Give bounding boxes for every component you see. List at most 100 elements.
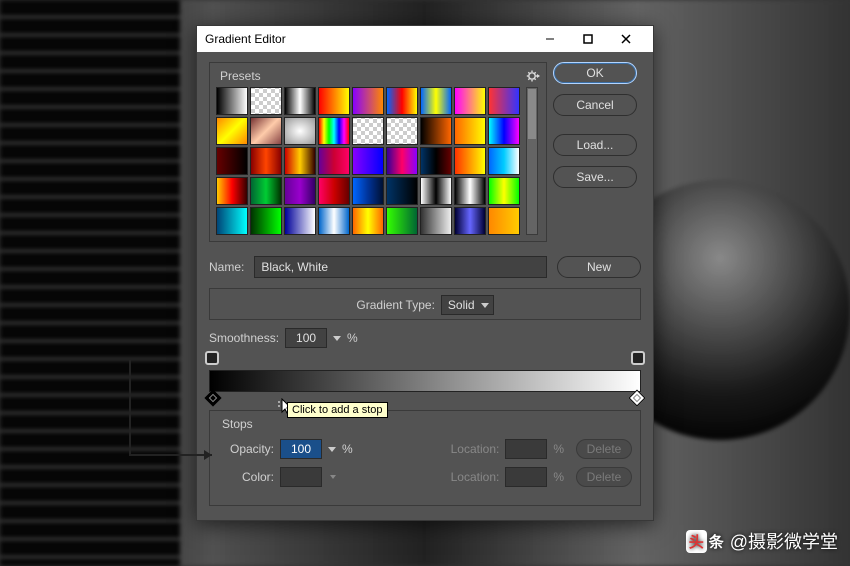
preset-swatch[interactable]	[318, 147, 350, 175]
new-button[interactable]: New	[557, 256, 641, 278]
preset-swatch[interactable]	[488, 87, 520, 115]
minimize-button[interactable]	[531, 26, 569, 52]
preset-swatch[interactable]	[250, 177, 282, 205]
smoothness-unit: %	[347, 331, 358, 345]
window-title: Gradient Editor	[205, 32, 531, 46]
preset-swatch[interactable]	[488, 177, 520, 205]
titlebar[interactable]: Gradient Editor	[197, 26, 653, 52]
preset-swatch[interactable]	[216, 207, 248, 235]
preset-swatch[interactable]	[250, 87, 282, 115]
preset-swatch[interactable]	[352, 87, 384, 115]
color-stop-track[interactable]	[209, 394, 641, 400]
maximize-button[interactable]	[569, 26, 607, 52]
opacity-location-input	[505, 439, 547, 459]
opacity-stop-right[interactable]	[631, 351, 645, 365]
preset-swatch[interactable]	[318, 87, 350, 115]
preset-swatch[interactable]	[216, 87, 248, 115]
preset-swatch[interactable]	[454, 117, 486, 145]
gradient-editor-dialog: Gradient Editor Presets OK Cancel	[196, 25, 654, 521]
preset-swatch[interactable]	[250, 147, 282, 175]
name-input[interactable]	[254, 256, 547, 278]
watermark-brand-icon: 头头条条	[686, 530, 724, 553]
preset-swatch[interactable]	[284, 87, 316, 115]
color-location-unit: %	[553, 470, 564, 484]
ok-button[interactable]: OK	[553, 62, 637, 84]
color-stop-right[interactable]	[629, 390, 646, 407]
opacity-input[interactable]	[280, 439, 322, 459]
preset-swatch[interactable]	[216, 117, 248, 145]
close-button[interactable]	[607, 26, 645, 52]
tooltip: Click to add a stop	[287, 402, 388, 418]
preset-swatch[interactable]	[284, 207, 316, 235]
preset-swatch[interactable]	[386, 177, 418, 205]
name-label: Name:	[209, 260, 244, 274]
scroll-thumb[interactable]	[528, 89, 536, 139]
preset-swatch[interactable]	[454, 147, 486, 175]
preset-swatch[interactable]	[386, 87, 418, 115]
color-swatch	[280, 467, 322, 487]
preset-swatch[interactable]	[454, 87, 486, 115]
preset-swatch[interactable]	[420, 87, 452, 115]
gear-icon[interactable]	[526, 69, 540, 83]
gradient-type-select[interactable]: Solid	[441, 295, 494, 315]
preset-swatch[interactable]	[284, 117, 316, 145]
smoothness-input[interactable]	[285, 328, 327, 348]
smoothness-label: Smoothness:	[209, 331, 279, 345]
preset-swatch[interactable]	[216, 177, 248, 205]
opacity-unit: %	[342, 442, 353, 456]
preset-swatch-grid	[216, 87, 520, 235]
gradient-type-label: Gradient Type:	[356, 298, 435, 312]
color-label: Color:	[218, 470, 274, 484]
presets-scrollbar[interactable]	[526, 87, 538, 235]
stops-panel: Stops Opacity: % Location: % Delete Colo…	[209, 410, 641, 506]
color-location-label: Location:	[451, 470, 500, 484]
opacity-delete-button: Delete	[576, 439, 632, 459]
cancel-button[interactable]: Cancel	[553, 94, 637, 116]
preset-swatch[interactable]	[216, 147, 248, 175]
preset-swatch[interactable]	[420, 147, 452, 175]
preset-swatch[interactable]	[386, 147, 418, 175]
preset-swatch[interactable]	[318, 117, 350, 145]
gradient-type-value: Solid	[446, 298, 477, 312]
preset-swatch[interactable]	[420, 177, 452, 205]
preset-swatch[interactable]	[420, 207, 452, 235]
chevron-down-icon	[481, 303, 489, 308]
preset-swatch[interactable]	[488, 207, 520, 235]
preset-swatch[interactable]	[488, 117, 520, 145]
preset-swatch[interactable]	[386, 117, 418, 145]
opacity-stop-left[interactable]	[205, 351, 219, 365]
stops-label: Stops	[218, 417, 632, 431]
gradient-type-box: Gradient Type: Solid	[209, 288, 641, 320]
load-button[interactable]: Load...	[553, 134, 637, 156]
preset-swatch[interactable]	[318, 207, 350, 235]
chevron-down-icon[interactable]	[333, 336, 341, 341]
chevron-down-icon[interactable]	[328, 447, 336, 452]
preset-swatch[interactable]	[352, 117, 384, 145]
gradient-bar[interactable]	[209, 370, 641, 392]
preset-swatch[interactable]	[250, 117, 282, 145]
preset-swatch[interactable]	[250, 207, 282, 235]
gradient-preview-area: Click to add a stop	[209, 356, 641, 400]
chevron-down-icon	[330, 475, 336, 479]
preset-swatch[interactable]	[454, 177, 486, 205]
watermark: 头头条条 @摄影微学堂	[686, 528, 838, 554]
preset-swatch[interactable]	[454, 207, 486, 235]
preset-swatch[interactable]	[352, 177, 384, 205]
preset-swatch[interactable]	[352, 147, 384, 175]
color-delete-button: Delete	[576, 467, 632, 487]
opacity-label: Opacity:	[218, 442, 274, 456]
opacity-stop-track[interactable]	[209, 356, 641, 362]
preset-swatch[interactable]	[284, 147, 316, 175]
presets-panel: Presets	[209, 62, 547, 242]
color-stop-left[interactable]	[205, 390, 222, 407]
preset-swatch[interactable]	[352, 207, 384, 235]
preset-swatch[interactable]	[318, 177, 350, 205]
preset-swatch[interactable]	[420, 117, 452, 145]
opacity-location-label: Location:	[451, 442, 500, 456]
save-button[interactable]: Save...	[553, 166, 637, 188]
preset-swatch[interactable]	[386, 207, 418, 235]
preset-swatch[interactable]	[488, 147, 520, 175]
preset-swatch[interactable]	[284, 177, 316, 205]
opacity-location-unit: %	[553, 442, 564, 456]
presets-label: Presets	[216, 69, 526, 83]
